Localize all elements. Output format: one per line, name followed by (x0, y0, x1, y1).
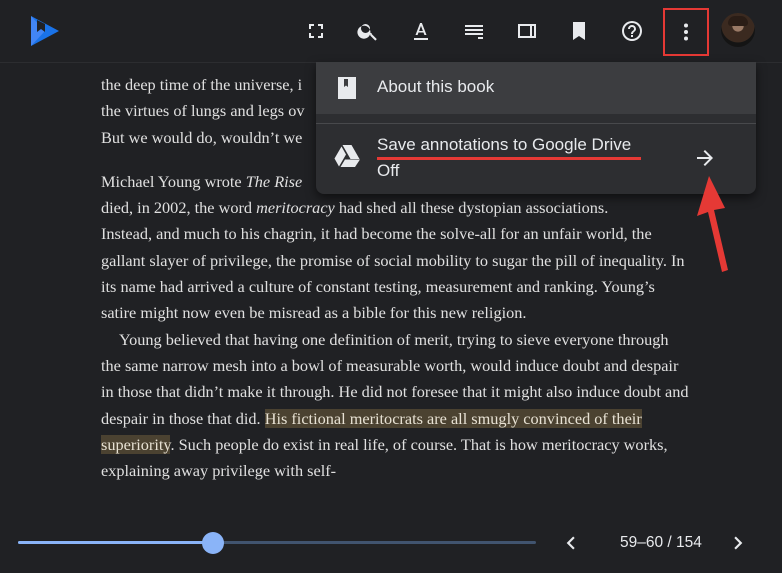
bookmark-button[interactable] (560, 12, 598, 50)
google-drive-icon (334, 145, 360, 167)
about-this-book-item[interactable]: About this book (316, 62, 756, 114)
chevron-right-icon (734, 536, 743, 550)
slider-thumb[interactable] (202, 532, 225, 554)
fullscreen-button[interactable] (297, 12, 335, 50)
book-paragraph: Young believed that having one definitio… (101, 327, 691, 485)
book-title-italic: The Rise (245, 171, 303, 191)
more-options-menu: About this book Save annotations to Goog… (316, 62, 756, 194)
annotation-arrow (697, 176, 728, 272)
side-panel-icon (518, 24, 536, 38)
book-italic: meritocracy (256, 198, 335, 218)
slider-progress (18, 541, 214, 544)
fullscreen-icon (309, 24, 323, 38)
contents-icon (465, 25, 483, 39)
text-format-icon (414, 23, 428, 40)
book-text: Michael Young wrote (101, 171, 246, 191)
previous-page-button[interactable] (557, 529, 585, 557)
more-vert-icon (684, 23, 688, 41)
user-avatar[interactable] (721, 13, 755, 47)
help-button[interactable] (613, 12, 651, 50)
bottom-navigation-bar: 59–60 / 154 (0, 515, 782, 573)
book-paragraph: Instead, and much to his chagrin, it had… (101, 224, 685, 323)
save-annotations-label: Save annotations to Google Drive (377, 135, 632, 154)
annotation-underline (377, 157, 641, 160)
text-format-button[interactable] (402, 12, 440, 50)
next-page-button[interactable] (724, 529, 752, 557)
book-icon (338, 77, 356, 99)
save-annotations-item[interactable]: Save annotations to Google Drive Off (316, 124, 756, 194)
page-indicator: 59–60 / 154 (620, 534, 702, 551)
arrow-forward-icon[interactable] (693, 146, 717, 170)
about-this-book-label: About this book (377, 77, 495, 96)
chevron-left-icon (566, 536, 575, 550)
google-play-books-logo[interactable] (28, 14, 62, 48)
bookmark-icon (573, 22, 585, 40)
book-text: died, in 2002, the word (101, 198, 257, 218)
book-text: . Such people do exist in real life, of … (101, 434, 668, 481)
page-slider[interactable] (18, 532, 536, 554)
help-icon (622, 21, 642, 41)
save-annotations-status: Off (377, 161, 400, 180)
top-toolbar (0, 0, 782, 63)
side-panel-button[interactable] (508, 12, 546, 50)
book-paragraph: died, in 2002, the word meritocracy had … (101, 195, 691, 221)
search-button[interactable] (349, 12, 387, 50)
contents-button[interactable] (455, 12, 493, 50)
more-options-button[interactable] (663, 8, 709, 56)
search-icon (357, 24, 377, 41)
book-text: had shed all these dystopian association… (334, 198, 609, 218)
